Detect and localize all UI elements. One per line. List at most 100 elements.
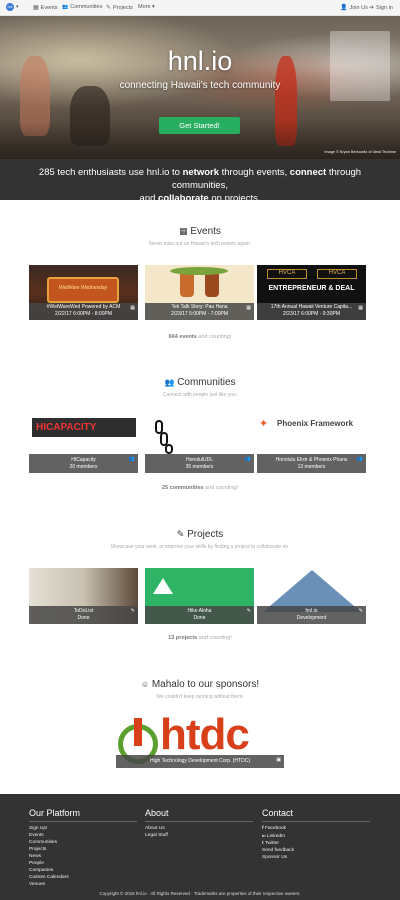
events-subtitle: Never miss out on Hawaii's tech events a… (148, 241, 252, 247)
projects-count-link[interactable]: 13 projects (168, 635, 197, 641)
footer-link-legal[interactable]: Legal Stuff (145, 832, 253, 839)
community-card[interactable]: 👥 HonolulUDL 35 members (145, 414, 254, 473)
footer-link-companies[interactable]: Companies (29, 867, 137, 874)
project-status: Done (193, 614, 206, 621)
project-card[interactable]: ✎ ToDoList Done (29, 568, 138, 624)
community-card[interactable]: HICAPACITY 👥 HICapacity 20 members (29, 414, 138, 473)
sponsor-card[interactable]: htdc ▣ High Technology Development Corp.… (116, 716, 284, 774)
footer-link-events[interactable]: Events (29, 832, 137, 839)
get-started-button[interactable]: Get Started! (159, 117, 240, 134)
footer-facebook-label: Facebook (264, 826, 287, 831)
tagline-text: through events, (219, 167, 290, 178)
tiki-icon (205, 271, 219, 297)
tagline-text: on projects. (208, 193, 261, 204)
event-image-text: WetWare Wednesday (58, 285, 108, 291)
event-time: 2/22/17 6:00PM - 8:00PM (55, 310, 112, 317)
footer-platform-column: Our Platform Sign Up! Events Communities… (29, 808, 137, 888)
join-us-link[interactable]: 👤 Join Us (340, 4, 368, 12)
events-count-link[interactable]: 664 events (169, 334, 197, 340)
footer-platform-heading: Our Platform (29, 808, 137, 822)
sponsors-section-title: ☺ Mahalo to our sponsors! (0, 679, 400, 690)
community-members: 20 members (69, 463, 98, 470)
event-caption: ▦ Tek Talk Story: Pau Hana 2/23/17 5:00P… (145, 303, 254, 320)
brand-logo[interactable]: hnl ▾ (6, 3, 19, 11)
community-caption: 👥 HICapacity 20 members (29, 454, 138, 473)
community-caption: 👥 HonolulUDL 35 members (145, 454, 254, 473)
nav-communities[interactable]: 👥 Communities (62, 4, 102, 10)
nav-events[interactable]: ▦ Events (33, 4, 58, 12)
nav-projects[interactable]: ✎ Projects (106, 4, 133, 12)
calendar-icon: ▦ (358, 305, 363, 311)
twitter-icon: t (262, 841, 264, 846)
hero-subtitle: connecting Hawaii's tech community (119, 80, 281, 91)
calendar-icon: ▦ (130, 305, 135, 311)
tagline-banner: 285 tech enthusiasts use hnl.io to netwo… (0, 159, 400, 204)
project-card[interactable]: ✎ hnl.io Development (257, 568, 366, 624)
wrench-icon: ✎ (246, 608, 251, 614)
footer-link-about-us[interactable]: About Us (145, 825, 253, 832)
footer-linkedin-label: LinkedIn (266, 834, 286, 839)
nav-projects-label: Projects (113, 4, 133, 11)
event-image-text: ENTREPRENEUR & DEAL (268, 285, 355, 292)
wrench-icon: ✎ (130, 608, 135, 614)
sign-in-link[interactable]: ➜ Sign in (369, 4, 393, 12)
nav-more-dropdown[interactable]: More ▾ (138, 4, 155, 10)
footer-link-signup[interactable]: Sign Up! (29, 825, 137, 832)
tagline-text: and (139, 193, 159, 204)
footer-link-sponsor-us[interactable]: Sponsor Us (262, 854, 370, 861)
project-caption: ✎ Hike Aloha Done (145, 606, 254, 624)
community-logo: ✦ Phoenix Framework (257, 414, 366, 456)
chain-link-icon (165, 444, 173, 454)
communities-section-title: 👥 Communities (0, 377, 400, 388)
footer-link-news[interactable]: News (29, 853, 137, 860)
footer-link-venues[interactable]: Venues (29, 881, 137, 888)
project-card[interactable]: ✎ Hike Aloha Done (145, 568, 254, 624)
event-card[interactable]: WetWare Wednesday ▦ #WetWareWed Powered … (29, 265, 138, 320)
footer-about-heading: About (145, 808, 253, 822)
events-count-suffix: and counting! (196, 334, 232, 340)
smile-icon: ☺ (140, 680, 150, 689)
community-logo: HICAPACITY (29, 414, 138, 456)
footer-contact-column: Contact f Facebook in LinkedIn t Twitter… (262, 808, 370, 861)
user-plus-icon: 👤 (340, 5, 348, 11)
users-icon: 👥 (62, 4, 69, 10)
footer-link-communities[interactable]: Communities (29, 839, 137, 846)
footer-link-projects[interactable]: Projects (29, 846, 137, 853)
community-logo-text: Phoenix Framework (277, 419, 354, 428)
sponsors-subtitle: We couldn't keep running without them. (156, 694, 244, 700)
footer-about-column: About About Us Legal Stuff (145, 808, 253, 839)
wrench-icon: ✎ (106, 5, 112, 11)
footer-link-custom-calendars[interactable]: Custom Calendars (29, 874, 137, 881)
calendar-icon: ▦ (179, 226, 188, 236)
event-card[interactable]: HVCA HVCA ENTREPRENEUR & DEAL ▦ 17th Ann… (257, 265, 366, 320)
footer-link-twitter[interactable]: t Twitter (262, 840, 370, 847)
mountain-icon (153, 578, 173, 594)
projects-subtitle: Showcase your work, or improve your skil… (110, 544, 290, 550)
footer-link-send-feedback[interactable]: Send feedback (262, 847, 370, 854)
phoenix-icon: ✦ (259, 418, 269, 430)
sponsor-name: High Technology Development Corp. (HTDC) (150, 758, 250, 764)
camera-icon: ▣ (276, 757, 281, 763)
projects-section-title: ✎ Projects (0, 529, 400, 540)
calendar-icon: ▦ (33, 5, 39, 11)
projects-count: 13 projects and counting! (0, 635, 400, 641)
community-members: 13 members (297, 463, 326, 470)
communities-count-link[interactable]: 25 communities (162, 485, 204, 491)
event-time: 2/23/17 5:00PM - 7:00PM (171, 310, 228, 317)
tagline-network: network (182, 167, 219, 178)
nav-more-label: More ▾ (138, 4, 155, 10)
event-card[interactable]: ▦ Tek Talk Story: Pau Hana 2/23/17 5:00P… (145, 265, 254, 320)
project-caption: ✎ ToDoList Done (29, 606, 138, 624)
communities-title-text: Communities (177, 377, 236, 388)
tagline-text: 285 tech enthusiasts use hnl.io to (38, 167, 183, 178)
users-icon: 👥 (164, 378, 175, 387)
community-card[interactable]: ✦ Phoenix Framework 👥 Honolulu Elixir & … (257, 414, 366, 473)
projects-count-suffix: and counting! (197, 635, 232, 641)
event-caption: ▦ #WetWareWed Powered by ACM 2/22/17 6:0… (29, 303, 138, 320)
footer-link-linkedin[interactable]: in LinkedIn (262, 832, 370, 840)
footer-link-facebook[interactable]: f Facebook (262, 825, 370, 832)
users-icon: 👥 (244, 456, 251, 462)
event-time: 2/23/17 6:00PM - 9:30PM (283, 310, 340, 317)
footer-link-people[interactable]: People (29, 860, 137, 867)
project-status: Done (77, 614, 90, 621)
